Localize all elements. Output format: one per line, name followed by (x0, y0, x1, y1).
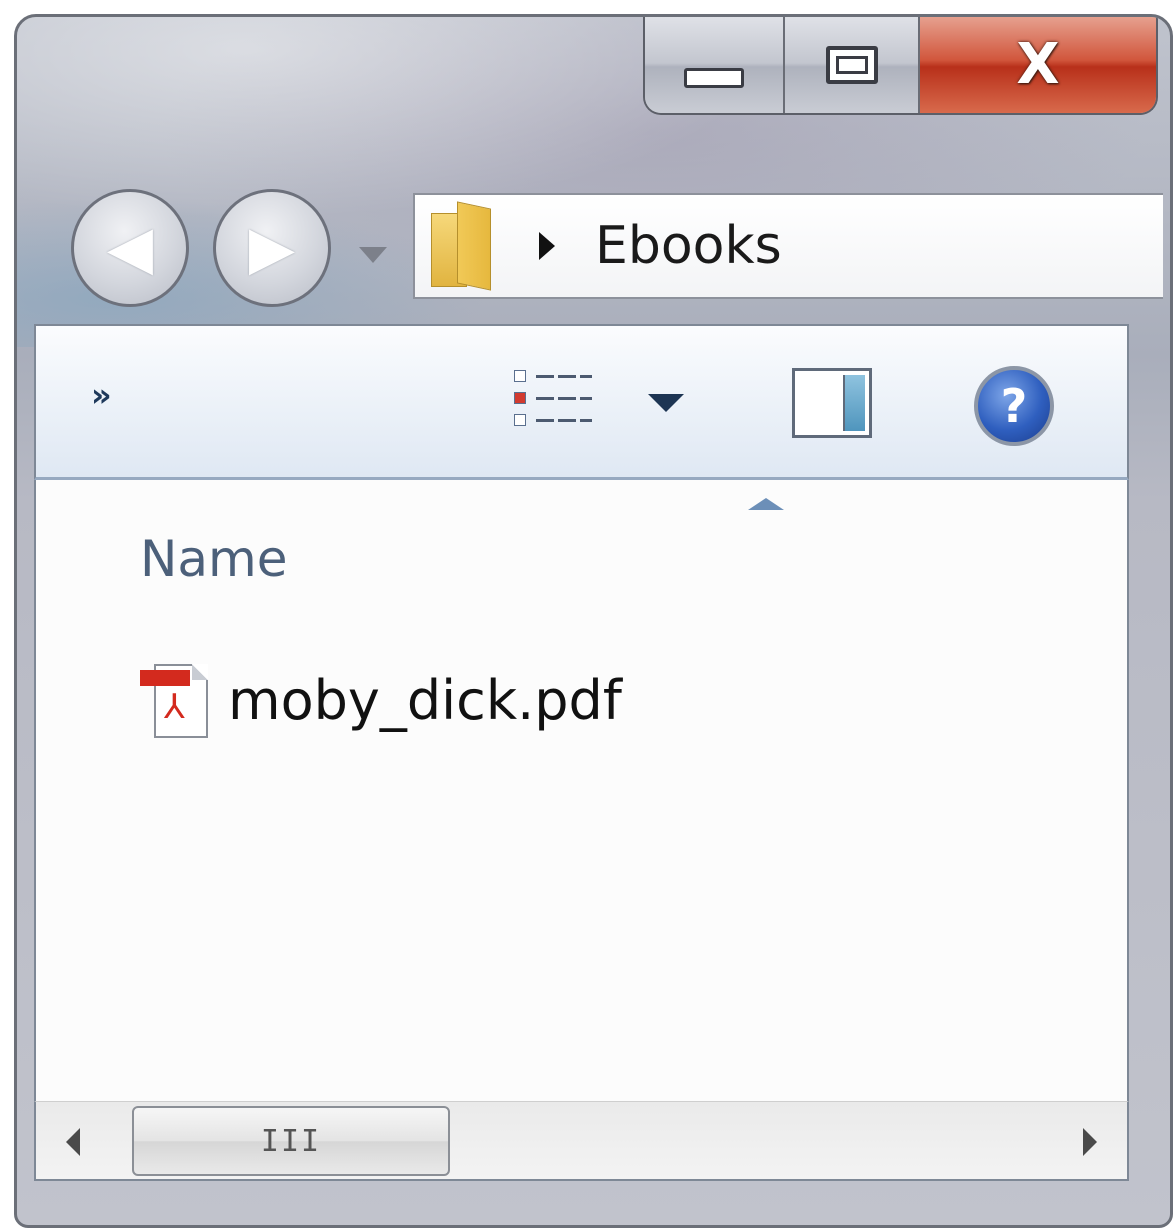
forward-arrow-icon: ▶ (248, 213, 296, 283)
details-view-icon[interactable] (514, 370, 594, 430)
help-icon[interactable]: ? (974, 366, 1054, 446)
recent-pages-dropdown[interactable] (359, 247, 387, 263)
preview-pane-icon[interactable] (792, 368, 872, 438)
help-glyph: ? (1000, 379, 1028, 433)
scroll-left-icon[interactable] (66, 1128, 80, 1156)
scroll-right-icon[interactable] (1083, 1128, 1097, 1156)
file-name[interactable]: moby_dick.pdf (228, 669, 622, 732)
back-arrow-icon: ◀ (106, 213, 154, 283)
command-bar: » ? (34, 324, 1129, 480)
caption-buttons: X (643, 17, 1158, 115)
scrollbar-thumb[interactable]: III (132, 1106, 450, 1176)
forward-button[interactable]: ▶ (213, 189, 331, 307)
file-list-view[interactable]: Name ⅄ moby_dick.pdf (34, 480, 1129, 1101)
maximize-button[interactable] (785, 17, 920, 113)
thumb-grip: III (260, 1123, 322, 1159)
maximize-icon (825, 46, 878, 84)
pdf-file-icon: ⅄ (140, 660, 210, 740)
close-icon: X (1016, 32, 1060, 97)
back-button[interactable]: ◀ (71, 189, 189, 307)
column-header-name[interactable]: Name (140, 530, 288, 588)
breadcrumb-ebooks[interactable]: Ebooks (595, 216, 782, 276)
close-button[interactable]: X (920, 17, 1156, 113)
minimize-button[interactable] (645, 17, 785, 113)
horizontal-scrollbar[interactable]: III (34, 1101, 1129, 1181)
minimize-icon (684, 68, 744, 88)
file-item[interactable]: ⅄ moby_dick.pdf (140, 658, 622, 742)
address-bar[interactable]: Ebooks (413, 193, 1163, 299)
toolbar-overflow-button[interactable]: » (91, 376, 112, 414)
views-dropdown-button[interactable] (648, 394, 684, 412)
folder-icon (431, 201, 493, 291)
sort-ascending-icon (748, 498, 784, 510)
breadcrumb-arrow-icon[interactable] (539, 232, 555, 260)
